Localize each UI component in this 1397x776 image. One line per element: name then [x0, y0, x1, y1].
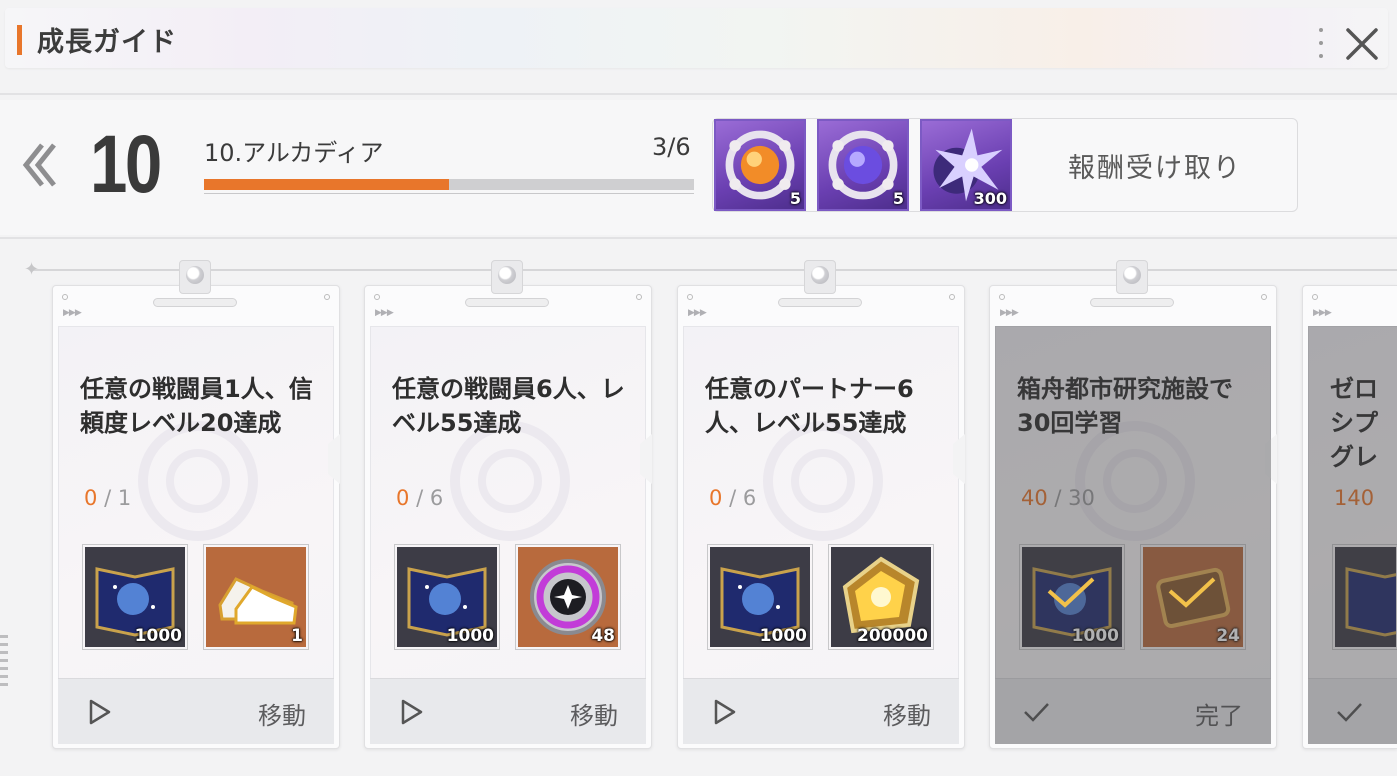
play-icon — [401, 699, 423, 725]
completed-overlay — [1308, 326, 1397, 744]
stage-progress-fill — [204, 179, 449, 190]
go-button[interactable]: 移動 — [370, 678, 646, 744]
item-count: 1000 — [759, 626, 807, 646]
item-count: 200000 — [857, 626, 928, 646]
item-count: 1000 — [134, 626, 182, 646]
item-count: 48 — [591, 626, 615, 646]
mission-progress: 0 / 6 — [396, 486, 444, 510]
go-button-label: 移動 — [570, 702, 618, 730]
card-clip — [778, 260, 862, 307]
play-icon — [89, 699, 111, 725]
stage-name: 10.アルカディア — [204, 139, 384, 167]
card-clip — [465, 260, 549, 307]
reward-item[interactable]: 1000 — [707, 544, 813, 650]
more-dots-icon[interactable] — [1318, 28, 1324, 58]
reward-item[interactable]: 48 — [515, 544, 621, 650]
mission-progress: 0 / 6 — [709, 486, 757, 510]
progress-underline — [204, 193, 694, 194]
header-bar: 成長ガイド — [5, 8, 1388, 68]
go-button[interactable]: 移動 — [683, 678, 959, 744]
mission-text: 任意の戦闘員6人、レベル55達成 — [392, 375, 625, 437]
reward-count: 5 — [789, 189, 801, 208]
card-line — [33, 269, 1397, 271]
mission-card-completed: ▶▶▶ 箱舟都市研究施設で30回学習 40 / 30 1000 24 完了 — [989, 260, 1277, 749]
go-button[interactable]: 移動 — [58, 678, 334, 744]
mission-text: 任意の戦闘員1人、信頼度レベル20達成 — [80, 375, 313, 437]
item-count: 1000 — [446, 626, 494, 646]
mission-card: ▶▶▶ 任意の戦闘員1人、信頼度レベル20達成 0 / 1 1000 1 移動 — [52, 260, 340, 749]
claimed-check-icon — [1168, 577, 1216, 608]
card-clip — [1090, 260, 1174, 307]
reward-item[interactable]: 1000 — [394, 544, 500, 650]
claimed-check-icon — [1047, 577, 1095, 608]
sparkle-icon: ✦ — [24, 259, 40, 280]
mission-card: ▶▶▶ 任意のパートナー6人、レベル55達成 0 / 6 1000 200000 — [677, 260, 965, 749]
stage-progress-text: 3/6 — [652, 133, 691, 161]
divider — [0, 237, 1397, 239]
divider — [0, 93, 1397, 95]
item-count: 1 — [291, 626, 303, 646]
go-button-label: 移動 — [883, 702, 931, 730]
reward-item[interactable]: 5 — [714, 119, 806, 211]
reward-item[interactable]: 5 — [817, 119, 909, 211]
mission-progress: 0 / 1 — [84, 486, 132, 510]
card-clip — [1303, 260, 1347, 306]
stage-progress-bar — [204, 179, 694, 190]
reward-item[interactable]: 1 — [203, 544, 309, 650]
mission-card: ▶▶▶ 任意の戦闘員6人、レベル55達成 0 / 6 1000 48 移動 — [364, 260, 652, 749]
claim-rewards-button[interactable]: 報酬受け取り — [1015, 125, 1295, 205]
reward-item[interactable]: 1000 — [82, 544, 188, 650]
level-number: 10 — [90, 119, 162, 210]
previous-level-chevron-icon[interactable] — [18, 140, 62, 190]
card-clip — [153, 260, 237, 307]
reward-count: 5 — [892, 189, 904, 208]
mission-card-completed: ▶▶▶ ゼロシプグレ行 140 1 — [1302, 285, 1397, 749]
page-title: 成長ガイド — [37, 27, 177, 58]
reward-count: 300 — [973, 189, 1007, 208]
side-marks — [0, 635, 8, 690]
go-button-label: 移動 — [258, 702, 306, 730]
mission-text: 任意のパートナー6人、レベル55達成 — [705, 375, 914, 437]
play-icon — [714, 699, 736, 725]
completed-overlay — [995, 326, 1271, 744]
reward-item[interactable]: 300 — [920, 119, 1012, 211]
reward-item[interactable]: 200000 — [828, 544, 934, 650]
title-accent-bar — [17, 25, 22, 55]
close-icon[interactable] — [1342, 24, 1382, 64]
